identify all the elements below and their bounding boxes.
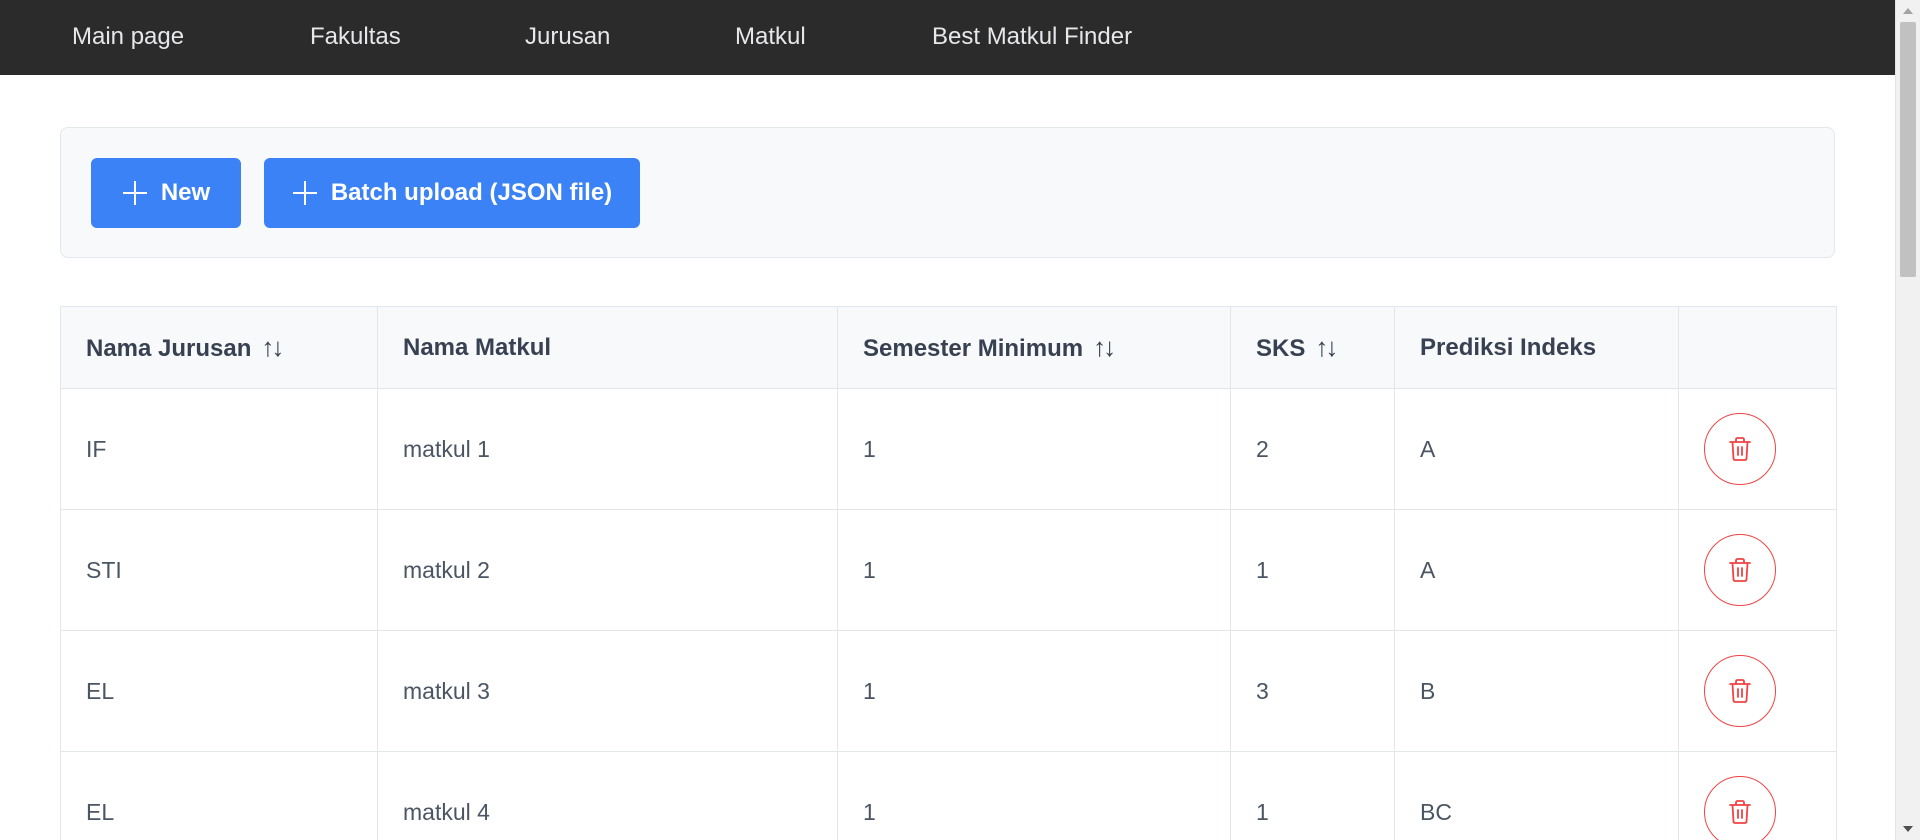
- cell-actions: [1678, 751, 1837, 840]
- scrollbar-thumb[interactable]: [1900, 22, 1916, 277]
- scroll-down-arrow-icon[interactable]: [1903, 826, 1913, 832]
- cell-sks: 2: [1230, 388, 1395, 510]
- header-semester-minimum[interactable]: Semester Minimum ↑↓: [837, 306, 1231, 389]
- nav-item-matkul[interactable]: Matkul: [735, 0, 806, 75]
- cell-matkul: matkul 2: [377, 509, 838, 631]
- header-sks[interactable]: SKS ↑↓: [1230, 306, 1395, 389]
- new-button[interactable]: New: [91, 158, 241, 228]
- cell-jurusan: EL: [60, 630, 378, 752]
- nav-item-main-page[interactable]: Main page: [72, 0, 184, 75]
- sort-arrows-icon[interactable]: ↑↓: [261, 332, 284, 363]
- matkul-table: Nama Jurusan ↑↓ Nama Matkul Semester Mini…: [60, 306, 1837, 840]
- trash-icon: [1729, 679, 1751, 703]
- cell-sks: 1: [1230, 509, 1395, 631]
- batch-upload-button[interactable]: Batch upload (JSON file): [264, 158, 640, 228]
- cell-actions: [1678, 630, 1837, 752]
- delete-button[interactable]: [1704, 413, 1776, 485]
- header-label: Nama Jurusan: [86, 335, 252, 362]
- cell-jurusan: STI: [60, 509, 378, 631]
- cell-actions: [1678, 388, 1837, 510]
- table-row: EL matkul 3 1 3 B: [60, 630, 1837, 752]
- nav-item-jurusan[interactable]: Jurusan: [525, 0, 610, 75]
- cell-indeks: A: [1394, 388, 1679, 510]
- delete-button[interactable]: [1704, 776, 1776, 840]
- header-prediksi-indeks: Prediksi Indeks: [1394, 306, 1679, 389]
- cell-indeks: BC: [1394, 751, 1679, 840]
- header-label: Prediksi Indeks: [1420, 333, 1597, 361]
- header-actions: [1678, 306, 1837, 389]
- cell-semester: 1: [837, 509, 1231, 631]
- plus-icon: [122, 180, 148, 206]
- cell-jurusan: IF: [60, 388, 378, 510]
- cell-jurusan: EL: [60, 751, 378, 840]
- delete-button[interactable]: [1704, 534, 1776, 606]
- header-label: Semester Minimum: [863, 335, 1084, 362]
- cell-indeks: B: [1394, 630, 1679, 752]
- cell-sks: 1: [1230, 751, 1395, 840]
- table-row: IF matkul 1 1 2 A: [60, 388, 1837, 510]
- cell-matkul: matkul 1: [377, 388, 838, 510]
- cell-sks: 3: [1230, 630, 1395, 752]
- cell-semester: 1: [837, 751, 1231, 840]
- trash-icon: [1729, 558, 1751, 582]
- scroll-up-arrow-icon[interactable]: [1903, 8, 1913, 14]
- plus-icon: [292, 180, 318, 206]
- page: Main page Fakultas Jurusan Matkul Best M…: [0, 0, 1920, 840]
- new-button-label: New: [160, 179, 211, 206]
- table-row: STI matkul 2 1 1 A: [60, 509, 1837, 631]
- header-nama-matkul: Nama Matkul: [377, 306, 838, 389]
- cell-semester: 1: [837, 388, 1231, 510]
- cell-semester: 1: [837, 630, 1231, 752]
- vertical-scrollbar[interactable]: [1895, 0, 1920, 840]
- trash-icon: [1729, 800, 1751, 824]
- batch-upload-button-label: Batch upload (JSON file): [330, 179, 613, 206]
- header-label: Nama Matkul: [403, 333, 552, 361]
- toolbar-panel: New Batch upload (JSON file): [60, 127, 1835, 258]
- table-header-row: Nama Jurusan ↑↓ Nama Matkul Semester Mini…: [60, 306, 1837, 389]
- cell-matkul: matkul 3: [377, 630, 838, 752]
- trash-icon: [1729, 437, 1751, 461]
- cell-actions: [1678, 509, 1837, 631]
- nav-item-best-matkul-finder[interactable]: Best Matkul Finder: [932, 0, 1132, 75]
- sort-arrows-icon[interactable]: ↑↓: [1093, 332, 1116, 363]
- nav-item-fakultas[interactable]: Fakultas: [310, 0, 401, 75]
- matkul-table-container: Nama Jurusan ↑↓ Nama Matkul Semester Mini…: [60, 306, 1837, 840]
- cell-indeks: A: [1394, 509, 1679, 631]
- delete-button[interactable]: [1704, 655, 1776, 727]
- header-nama-jurusan[interactable]: Nama Jurusan ↑↓: [60, 306, 378, 389]
- top-navbar: Main page Fakultas Jurusan Matkul Best M…: [0, 0, 1895, 75]
- header-label: SKS: [1256, 335, 1306, 362]
- sort-arrows-icon[interactable]: ↑↓: [1315, 332, 1338, 363]
- table-row: EL matkul 4 1 1 BC: [60, 751, 1837, 840]
- cell-matkul: matkul 4: [377, 751, 838, 840]
